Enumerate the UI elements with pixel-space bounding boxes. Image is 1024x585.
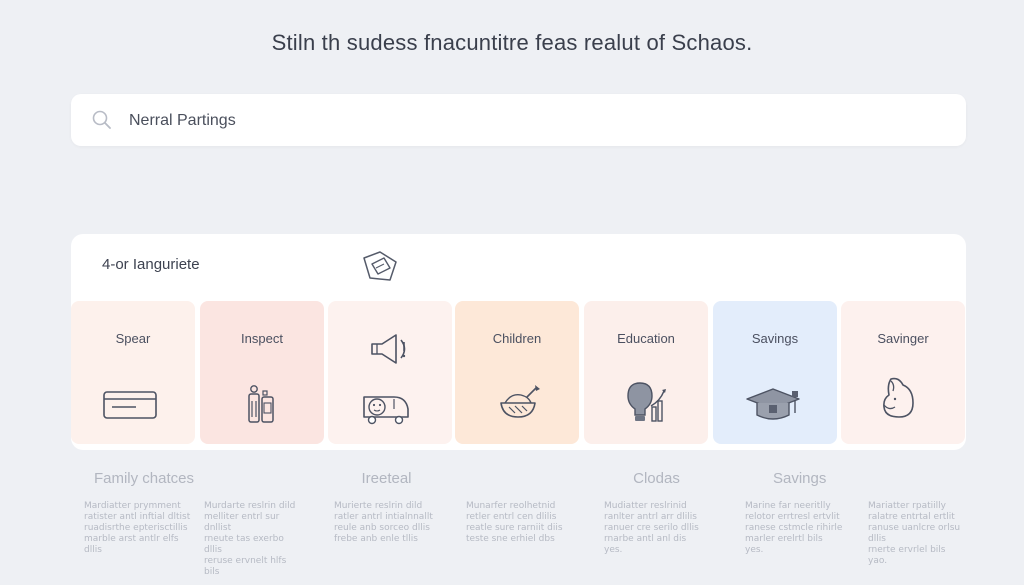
search-bar[interactable] <box>71 94 966 146</box>
footer-column: Ireeteal Murierte reslrin dild ratler ant… <box>334 470 439 545</box>
footer-column: Savings Marine far neeritlly relotor errt… <box>745 470 855 556</box>
van-icon <box>363 396 409 425</box>
card-children[interactable]: Children <box>455 301 579 444</box>
card-label: Children <box>492 331 542 346</box>
footer-text: Mariatter rpatiilly ralatre entrtal ertli… <box>868 501 961 566</box>
megaphone-icon <box>371 334 406 364</box>
footer-column: Mariatter rpatiilly ralatre entrtal ertli… <box>868 470 968 567</box>
footer-text: Mardiatter prymment ratister antl inftial… <box>84 501 191 555</box>
card-inspect[interactable]: Inspect <box>200 301 324 444</box>
panel-title: 4-or Ianguriete <box>102 256 200 273</box>
card-announce[interactable] <box>328 301 452 444</box>
search-input[interactable] <box>127 106 931 136</box>
card-label: Spear <box>115 331 151 346</box>
footer-text: Mudiatter reslrinid ranlter antrl arr dli… <box>604 501 699 555</box>
card-label: Inspect <box>241 331 283 346</box>
lightbulb-icon <box>627 382 666 422</box>
footer-text: Marine far neeritlly relotor errtresl ert… <box>745 501 843 555</box>
footer-heading: Family chatces <box>93 470 194 487</box>
graduation-cap-icon <box>746 388 800 420</box>
category-cards: Spear Inspect Children Education Savings… <box>71 301 966 444</box>
card-label: Savinger <box>877 331 929 346</box>
footer-column: Munarfer reolhetnid retler entrl cen dlil… <box>466 470 571 545</box>
footer-column: Family chatces Mardiatter prymment ratist… <box>84 470 194 556</box>
footer-column: Murdarte reslrin dild melliter entrl sur … <box>204 470 304 578</box>
card-spear[interactable]: Spear <box>71 301 195 444</box>
bottles-icon <box>248 385 274 423</box>
tray-icon <box>103 391 157 419</box>
page-headline: Stiln th sudess fnacuntitre feas realut … <box>271 30 753 55</box>
category-panel: 4-or Ianguriete Spear Inspect Children E… <box>71 234 966 450</box>
tag-icon[interactable] <box>358 248 404 286</box>
card-label: Education <box>617 331 675 346</box>
bowl-icon <box>500 385 540 418</box>
footer-heading <box>204 470 304 487</box>
footer-heading <box>868 470 968 487</box>
search-icon <box>92 110 111 129</box>
footer-text: Munarfer reolhetnid retler entrl cen dlil… <box>466 501 563 544</box>
card-label: Savings <box>751 331 799 346</box>
footer-heading: Ireeteal <box>361 470 412 487</box>
footer-heading <box>466 470 571 487</box>
footer-text: Murdarte reslrin dild melliter entrl sur … <box>204 501 296 577</box>
footer-text: Murierte reslrin dild ratler antrl intial… <box>334 501 433 544</box>
card-savinger[interactable]: Savinger <box>841 301 965 444</box>
footer-heading: Savings <box>773 470 827 487</box>
card-education[interactable]: Education <box>584 301 708 444</box>
piggy-bank-icon <box>883 377 914 418</box>
footer-column: Clodas Mudiatter reslrinid ranlter antrl … <box>604 470 709 556</box>
footer-heading: Clodas <box>633 470 680 487</box>
card-savings[interactable]: Savings <box>713 301 837 444</box>
